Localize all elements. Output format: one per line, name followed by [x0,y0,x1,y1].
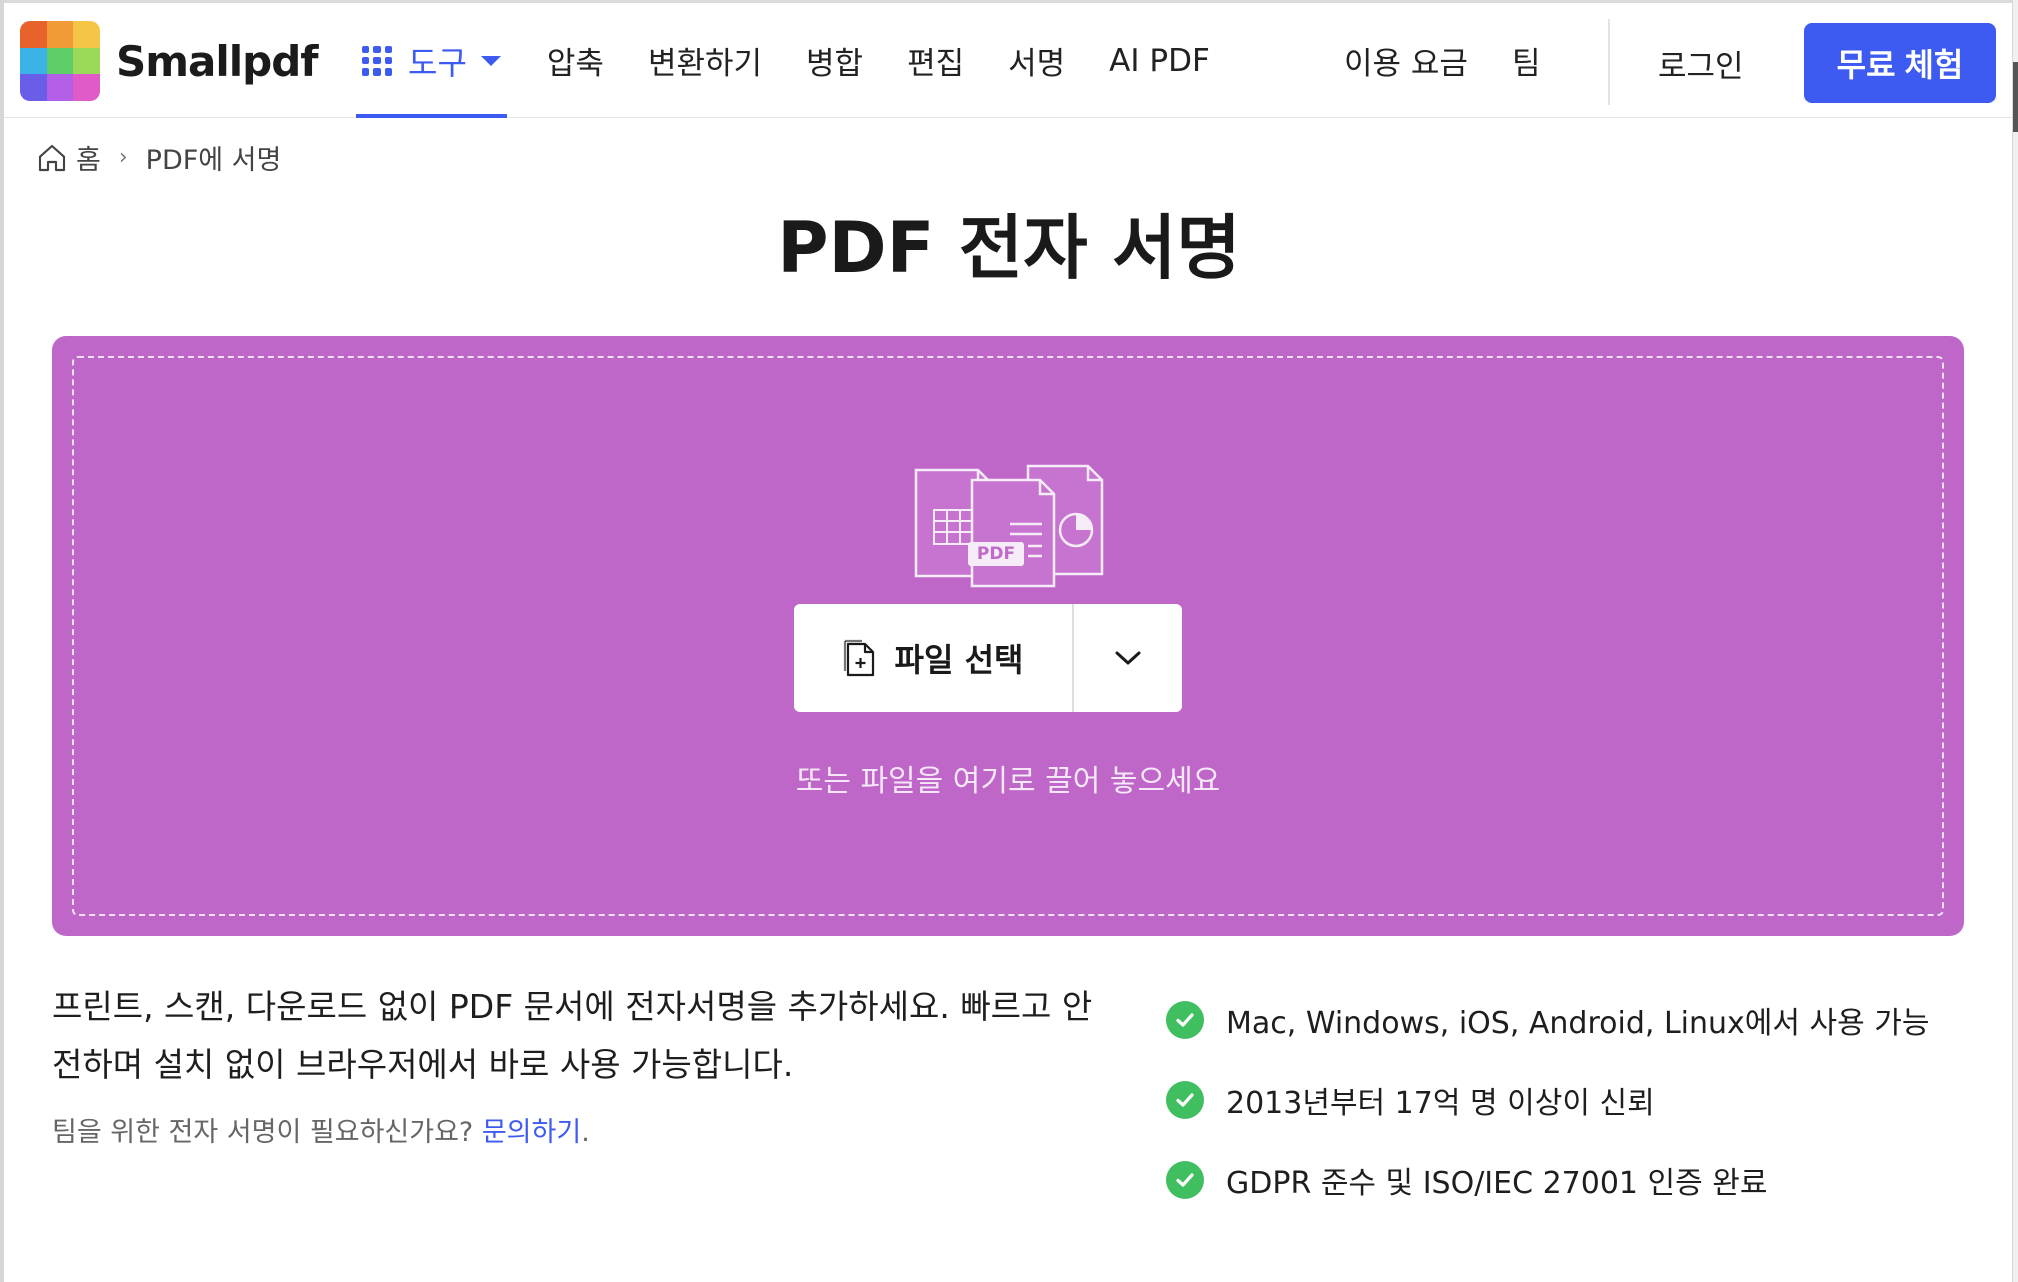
free-trial-button[interactable]: 무료 체험 [1804,23,1996,103]
choose-file-label: 파일 선택 [894,641,1024,679]
check-circle-icon [1166,1081,1204,1119]
nav-item-compress[interactable]: 압축 [547,38,604,83]
pdf-badge-text: PDF [976,544,1016,564]
main-nav: 도구 압축 변환하기 병합 편집 서명 AI PDF [356,3,1210,118]
feature-item: 2013년부터 17억 명 이상이 신뢰 [1166,1060,1929,1140]
choose-source-dropdown[interactable] [1074,604,1182,712]
home-icon[interactable] [36,142,68,174]
nav-item-ai-pdf[interactable]: AI PDF [1109,43,1210,79]
header-divider [1608,19,1610,105]
file-add-icon [843,637,877,679]
check-circle-icon [1166,1001,1204,1039]
scrollbar-thumb[interactable] [2013,62,2018,132]
logo-text: Smallpdf [116,36,319,86]
feature-text: 2013년부터 17억 명 이상이 신뢰 [1226,1086,1655,1121]
team-note: 팀을 위한 전자 서명이 필요하신가요? 문의하기. [52,1110,590,1149]
files-illustration-icon: PDF [910,462,1110,592]
logo-cell [73,47,100,75]
logo-cell [73,21,100,48]
page: Smallpdf 도구 압축 변환하기 병합 편집 서명 AI PDF 이용 요… [0,0,2018,1282]
nav-item-team[interactable]: 팀 [1512,38,1541,83]
nav-tools-menu[interactable]: 도구 [356,3,507,118]
nav-item-convert[interactable]: 변환하기 [648,38,762,83]
breadcrumb-home[interactable]: 홈 [76,138,101,177]
team-note-text: 팀을 위한 전자 서명이 필요하신가요? [52,1117,482,1148]
nav-item-merge[interactable]: 병합 [806,38,863,83]
feature-text: Mac, Windows, iOS, Android, Linux에서 사용 가… [1226,1006,1930,1041]
nav-item-pricing[interactable]: 이용 요금 [1344,38,1468,83]
logo-cell [46,47,74,75]
check-circle-icon [1166,1161,1204,1199]
logo-cell [20,47,47,75]
nav-item-edit[interactable]: 편집 [907,38,964,83]
choose-file-button[interactable]: 파일 선택 [794,604,1074,712]
feature-item: Mac, Windows, iOS, Android, Linux에서 사용 가… [1166,980,1929,1060]
page-title: PDF 전자 서명 [777,207,1241,289]
caret-down-icon [480,55,501,66]
feature-list: Mac, Windows, iOS, Android, Linux에서 사용 가… [1166,980,1929,1220]
logo-cell [46,21,74,48]
breadcrumb-separator-icon: › [118,145,128,170]
nav-item-sign[interactable]: 서명 [1008,38,1065,83]
grid-icon [362,45,392,76]
logo-cell [20,74,47,101]
logo-cell [73,74,100,101]
logo-icon [20,21,100,101]
tool-description: 프린트, 스캔, 다운로드 없이 PDF 문서에 전자서명을 추가하세요. 빠르… [52,987,1093,1084]
file-dropzone[interactable]: PDF 파일 선택 또는 파일을 여기로 끌어 놓으세요 [52,336,1964,936]
contact-link[interactable]: 문의하기 [482,1117,581,1148]
nav-tools-label: 도구 [408,43,467,82]
breadcrumb: 홈 › PDF에 서명 [36,138,281,177]
drop-hint: 또는 파일을 여기로 끌어 놓으세요 [795,764,1221,799]
logo-cell [46,74,74,101]
logo-cell [20,21,47,48]
feature-text: GDPR 준수 및 ISO/IEC 27001 인증 완료 [1226,1166,1768,1201]
choose-file-group: 파일 선택 [794,604,1182,712]
secondary-nav: 이용 요금 팀 [1344,3,1540,118]
logo[interactable]: Smallpdf [20,21,319,101]
team-note-period: . [581,1117,590,1148]
top-header: Smallpdf 도구 압축 변환하기 병합 편집 서명 AI PDF 이용 요… [4,0,2012,118]
breadcrumb-current: PDF에 서명 [145,145,282,176]
chevron-down-icon [1113,648,1143,668]
login-link[interactable]: 로그인 [1658,41,1744,86]
feature-item: GDPR 준수 및 ISO/IEC 27001 인증 완료 [1166,1140,1929,1220]
